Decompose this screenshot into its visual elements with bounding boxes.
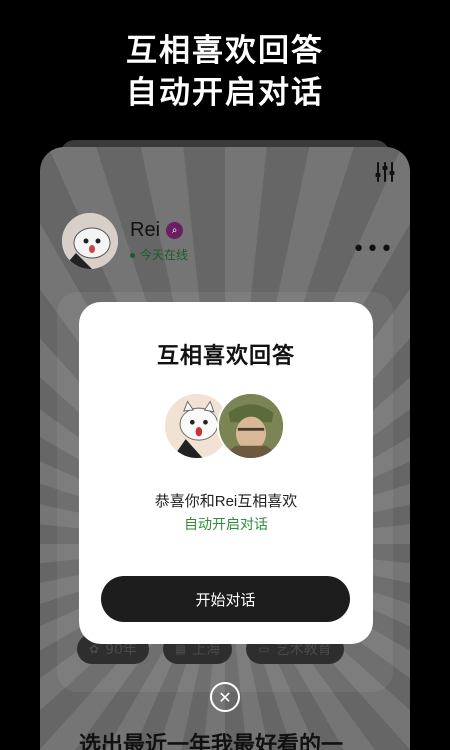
- briefcase-icon: ▭: [258, 642, 270, 656]
- headline-line-2: 自动开启对话: [126, 75, 324, 111]
- matched-avatars: [163, 392, 293, 462]
- match-sub-message: 自动开启对话: [184, 517, 268, 533]
- avatar-match-self: [217, 392, 285, 460]
- headline-line-1: 互相喜欢回答: [126, 33, 324, 69]
- more-options-icon[interactable]: •••: [352, 237, 394, 262]
- match-message: 恭喜你和Rei互相喜欢: [154, 493, 298, 510]
- online-status: 今天在线: [130, 246, 188, 263]
- avatar[interactable]: [62, 213, 118, 269]
- promo-headline: 互相喜欢回答 自动开启对话: [0, 30, 450, 114]
- flower-icon: ✿: [89, 642, 100, 656]
- card-question-text: 选出最近一年我最好看的一: [79, 733, 344, 750]
- filter-icon[interactable]: [374, 161, 396, 183]
- close-icon[interactable]: ✕: [210, 682, 240, 712]
- profile-name: Rei: [130, 219, 161, 241]
- building-icon: ▦: [174, 642, 187, 656]
- verified-badge-icon: ⌕: [166, 222, 184, 239]
- online-dot-icon: [130, 253, 135, 258]
- profile-header: Rei ⌕ 今天在线: [62, 213, 188, 269]
- match-dialog: 互相喜欢回答 恭喜你和Rei互相喜欢 自动开启对话 开始对话: [79, 302, 373, 644]
- start-chat-button[interactable]: 开始对话: [101, 576, 350, 622]
- dialog-title: 互相喜欢回答: [156, 343, 295, 369]
